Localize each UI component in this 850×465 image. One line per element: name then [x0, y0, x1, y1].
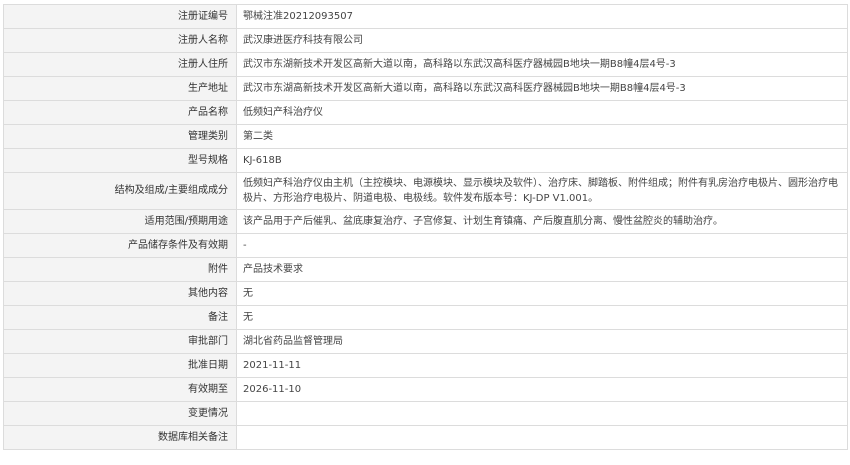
row-change-status: 变更情况	[3, 401, 848, 426]
row-model-spec: 型号规格 KJ-618B	[3, 148, 848, 173]
field-label: 产品储存条件及有效期	[3, 233, 237, 258]
field-label: 注册人住所	[3, 52, 237, 77]
field-value: 2026-11-10	[236, 377, 848, 402]
field-value: 无	[236, 281, 848, 306]
registration-info-table: 注册证编号 鄂械注准20212093507 注册人名称 武汉康进医疗科技有限公司…	[3, 4, 848, 450]
row-product-name: 产品名称 低频妇产科治疗仪	[3, 100, 848, 125]
field-value: -	[236, 233, 848, 258]
field-value: 武汉康进医疗科技有限公司	[236, 28, 848, 53]
row-valid-until: 有效期至 2026-11-10	[3, 377, 848, 402]
field-label: 产品名称	[3, 100, 237, 125]
field-value: 第二类	[236, 124, 848, 149]
field-value	[236, 425, 848, 450]
field-value: 该产品用于产后催乳、盆底康复治疗、子宫修复、计划生育镇痛、产后腹直肌分离、慢性盆…	[236, 209, 848, 234]
field-label: 有效期至	[3, 377, 237, 402]
field-label: 注册人名称	[3, 28, 237, 53]
field-label: 备注	[3, 305, 237, 330]
row-registrant-name: 注册人名称 武汉康进医疗科技有限公司	[3, 28, 848, 53]
row-structure-composition: 结构及组成/主要组成成分 低频妇产科治疗仪由主机（主控模块、电源模块、显示模块及…	[3, 172, 848, 210]
row-registrant-address: 注册人住所 武汉市东湖新技术开发区高新大道以南，高科路以东武汉高科医疗器械园B地…	[3, 52, 848, 77]
row-management-category: 管理类别 第二类	[3, 124, 848, 149]
field-label: 审批部门	[3, 329, 237, 354]
field-label: 结构及组成/主要组成成分	[3, 172, 237, 210]
field-value: 鄂械注准20212093507	[236, 4, 848, 29]
field-value: 低频妇产科治疗仪	[236, 100, 848, 125]
field-value: 武汉市东湖新技术开发区高新大道以南，高科路以东武汉高科医疗器械园B地块一期B8幢…	[236, 52, 848, 77]
field-label: 附件	[3, 257, 237, 282]
field-value: KJ-618B	[236, 148, 848, 173]
field-value	[236, 401, 848, 426]
field-value: 2021-11-11	[236, 353, 848, 378]
row-other-content: 其他内容 无	[3, 281, 848, 306]
row-production-address: 生产地址 武汉市东湖高新技术开发区高新大道以南，高科路以东武汉高科医疗器械园B地…	[3, 76, 848, 101]
field-label: 其他内容	[3, 281, 237, 306]
field-label: 数据库相关备注	[3, 425, 237, 450]
field-label: 批准日期	[3, 353, 237, 378]
field-value: 无	[236, 305, 848, 330]
field-value: 低频妇产科治疗仪由主机（主控模块、电源模块、显示模块及软件）、治疗床、脚踏板、附…	[236, 172, 848, 210]
row-remarks: 备注 无	[3, 305, 848, 330]
field-label: 注册证编号	[3, 4, 237, 29]
field-label: 型号规格	[3, 148, 237, 173]
row-intended-use: 适用范围/预期用途 该产品用于产后催乳、盆底康复治疗、子宫修复、计划生育镇痛、产…	[3, 209, 848, 234]
field-label: 管理类别	[3, 124, 237, 149]
row-approval-date: 批准日期 2021-11-11	[3, 353, 848, 378]
field-value: 产品技术要求	[236, 257, 848, 282]
row-storage-validity: 产品储存条件及有效期 -	[3, 233, 848, 258]
field-label: 生产地址	[3, 76, 237, 101]
row-registration-number: 注册证编号 鄂械注准20212093507	[3, 4, 848, 29]
row-attachment: 附件 产品技术要求	[3, 257, 848, 282]
field-label: 适用范围/预期用途	[3, 209, 237, 234]
field-label: 变更情况	[3, 401, 237, 426]
field-value: 武汉市东湖高新技术开发区高新大道以南，高科路以东武汉高科医疗器械园B地块一期B8…	[236, 76, 848, 101]
row-approval-department: 审批部门 湖北省药品监督管理局	[3, 329, 848, 354]
field-value: 湖北省药品监督管理局	[236, 329, 848, 354]
row-database-remarks: 数据库相关备注	[3, 425, 848, 450]
